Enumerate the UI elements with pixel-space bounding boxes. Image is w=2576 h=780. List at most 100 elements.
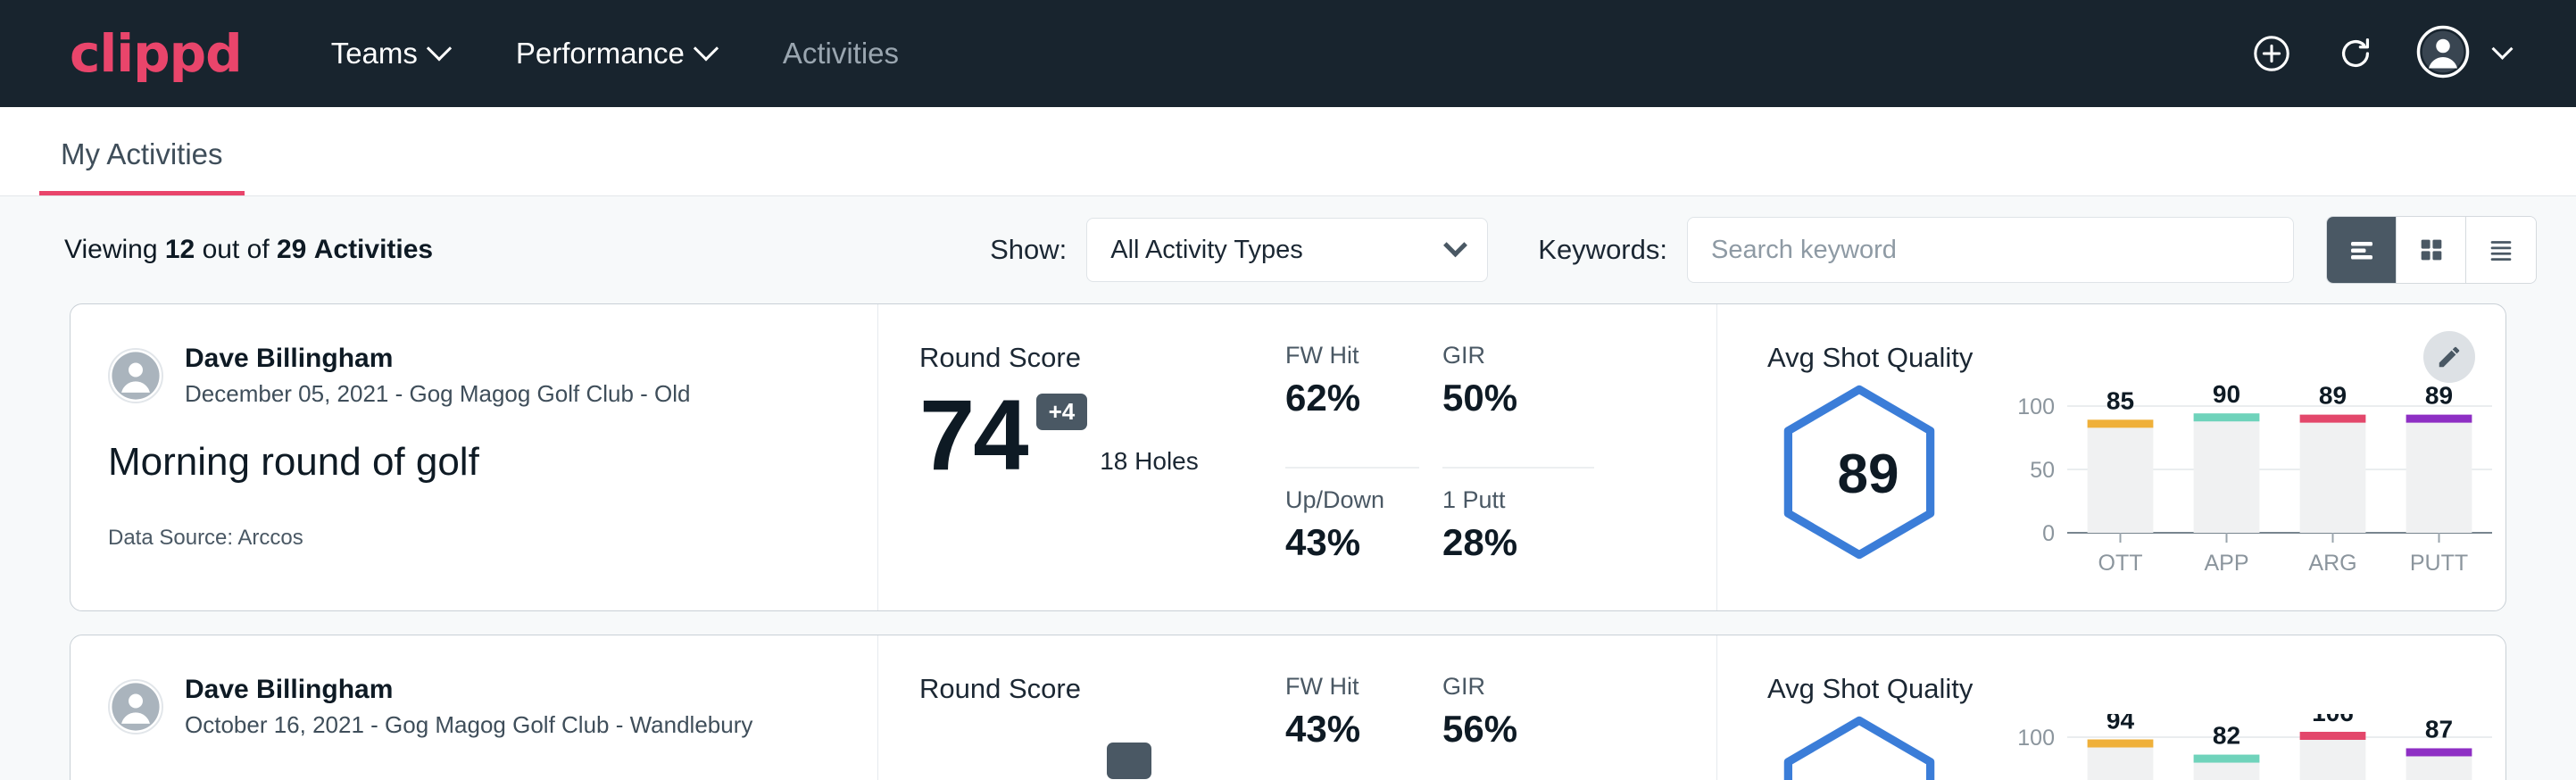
svg-text:87: 87 [2425, 715, 2453, 743]
viewing-prefix: Viewing [64, 235, 158, 264]
round-score-label: Round Score [919, 342, 1259, 374]
stat-one-putt: 1 Putt 28% [1442, 486, 1594, 611]
stat-one-putt-label: 1 Putt [1442, 486, 1594, 514]
pencil-icon [2436, 344, 2463, 370]
svg-text:50: 50 [2030, 458, 2055, 483]
player-name: Dave Billingham [185, 673, 752, 707]
avg-shot-quality-hexagon: 89 [1774, 383, 1962, 566]
primary-nav: Teams Performance Activities [331, 37, 899, 71]
filter-bar: Viewing 12 out of 29 Activities Show: Al… [0, 196, 2576, 303]
viewing-suffix: Activities [314, 235, 433, 264]
avg-shot-quality-value: 89 [1774, 383, 1962, 566]
stat-up-down-value: 43% [1285, 521, 1419, 564]
svg-text:ARG: ARG [2308, 551, 2356, 576]
stat-fw-hit-label: FW Hit [1285, 342, 1419, 369]
show-label: Show: [990, 234, 1067, 266]
activity-card-quality: Avg Shot Quality 89 05010085OTT90APP89AR… [1717, 304, 2505, 610]
activity-card-quality: Avg Shot Quality 05010094OTT82APP106ARG8… [1717, 635, 2505, 780]
round-score-value: 74 [919, 388, 1027, 483]
search-input[interactable] [1687, 217, 2294, 283]
activity-card[interactable]: Dave Billingham December 05, 2021 - Gog … [70, 303, 2506, 611]
stat-gir-value: 50% [1442, 377, 1594, 419]
stat-fw-hit-label: FW Hit [1285, 673, 1419, 701]
viewing-total: 29 [277, 235, 306, 264]
svg-text:0: 0 [2042, 521, 2055, 546]
brand-logo[interactable]: clippd [70, 28, 242, 79]
tab-my-activities[interactable]: My Activities [39, 137, 245, 195]
svg-text:82: 82 [2213, 722, 2240, 750]
chevron-down-icon [427, 36, 452, 61]
svg-text:OTT: OTT [2098, 551, 2143, 576]
stat-fw-hit-value: 62% [1285, 377, 1419, 419]
avg-shot-quality-hexagon [1774, 714, 1962, 780]
holes-label: 18 Holes [1100, 447, 1199, 483]
stat-one-putt-value: 28% [1442, 521, 1594, 564]
round-score-block: Round Score 74 +4 18 Holes [919, 342, 1259, 610]
tab-bar: My Activities [0, 107, 2576, 196]
stat-up-down: Up/Down 43% [1285, 486, 1419, 611]
round-score-row: 74 +4 18 Holes [919, 388, 1259, 483]
stat-gir-label: GIR [1442, 673, 1594, 701]
activity-card-score: Round Score 74 +4 18 Holes FW Hit 62% GI… [878, 304, 1717, 610]
refresh-icon[interactable] [2332, 30, 2379, 77]
chevron-down-icon [694, 36, 719, 61]
activity-title: Morning round of golf [108, 440, 842, 485]
avg-shot-quality-label: Avg Shot Quality [1767, 342, 2505, 374]
plus-circle-icon[interactable] [2248, 30, 2295, 77]
svg-text:90: 90 [2213, 383, 2240, 408]
edit-activity-button[interactable] [2423, 331, 2475, 383]
stat-gir-value: 56% [1442, 708, 1594, 751]
activity-card-list: Dave Billingham December 05, 2021 - Gog … [0, 303, 2576, 780]
grid-view-icon[interactable] [2397, 217, 2466, 283]
stat-fw-hit-value: 43% [1285, 708, 1419, 751]
svg-text:PUTT: PUTT [2410, 551, 2468, 576]
tab-my-activities-label: My Activities [61, 137, 223, 170]
stat-fw-hit: FW Hit 43% [1285, 673, 1419, 780]
top-navbar: clippd Teams Performance Activities [0, 0, 2576, 107]
stats-grid: FW Hit 43% GIR 56% [1285, 673, 1594, 780]
avatar [108, 348, 163, 403]
data-source-label: Data Source: Arccos [108, 526, 842, 551]
navbar-actions [2248, 25, 2510, 83]
svg-text:89: 89 [2319, 383, 2347, 410]
player-row: Dave Billingham December 05, 2021 - Gog … [108, 342, 842, 410]
activity-card[interactable]: Dave Billingham October 16, 2021 - Gog M… [70, 635, 2506, 780]
stat-fw-hit: FW Hit 62% [1285, 342, 1419, 469]
activity-meta: October 16, 2021 - Gog Magog Golf Club -… [185, 709, 752, 741]
activity-card-summary: Dave Billingham October 16, 2021 - Gog M… [71, 635, 878, 780]
svg-text:89: 89 [2425, 383, 2453, 410]
filter-controls: Show: All Activity Types Keywords: [990, 216, 2537, 284]
shot-quality-bar-chart: 05010085OTT90APP89ARG89PUTT [2005, 383, 2505, 584]
account-menu[interactable] [2416, 25, 2510, 83]
viewing-summary: Viewing 12 out of 29 Activities [64, 235, 433, 265]
player-row: Dave Billingham October 16, 2021 - Gog M… [108, 673, 842, 741]
nav-item-activities-label: Activities [783, 37, 899, 71]
svg-text:106: 106 [2312, 714, 2354, 726]
activity-meta: December 05, 2021 - Gog Magog Golf Club … [185, 378, 691, 410]
svg-text:85: 85 [2107, 386, 2134, 414]
svg-text:100: 100 [2017, 726, 2055, 751]
compact-view-icon[interactable] [2466, 217, 2536, 283]
shot-quality-bar-chart: 05010094OTT82APP106ARG87PUTT [2005, 714, 2505, 780]
activity-type-select[interactable]: All Activity Types [1086, 218, 1488, 282]
stat-up-down-label: Up/Down [1285, 486, 1419, 514]
activity-card-score: Round Score FW Hit 43% GIR 56% [878, 635, 1717, 780]
stat-gir-label: GIR [1442, 342, 1594, 369]
chevron-down-icon [2491, 37, 2513, 59]
avg-shot-quality-body: 05010094OTT82APP106ARG87PUTT [1767, 714, 2505, 780]
avg-shot-quality-label: Avg Shot Quality [1767, 673, 2505, 705]
avatar [108, 679, 163, 734]
nav-item-teams[interactable]: Teams [331, 37, 448, 71]
keywords-label: Keywords: [1538, 234, 1667, 266]
score-differential-badge [1107, 743, 1151, 779]
nav-item-performance[interactable]: Performance [516, 37, 715, 71]
round-score-block: Round Score [919, 673, 1259, 780]
stat-gir: GIR 50% [1442, 342, 1594, 469]
chevron-down-icon [1443, 233, 1467, 257]
viewing-middle: out of [203, 235, 270, 264]
stat-gir: GIR 56% [1442, 673, 1594, 780]
player-name: Dave Billingham [185, 342, 691, 376]
list-view-icon[interactable] [2327, 217, 2397, 283]
activity-type-select-value: All Activity Types [1110, 236, 1302, 265]
nav-item-activities[interactable]: Activities [783, 37, 899, 71]
